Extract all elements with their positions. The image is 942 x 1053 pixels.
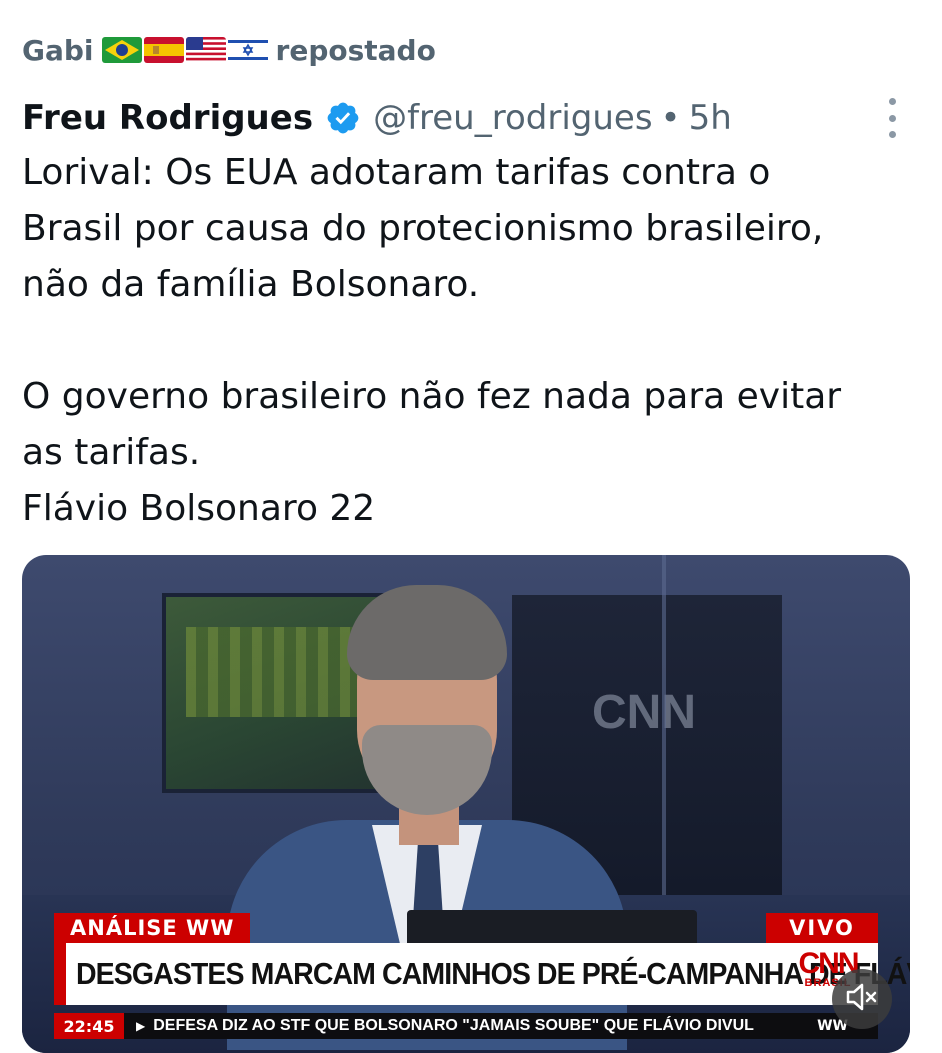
video-player[interactable]: CNN ANÁLISE WW VIVO DESGASTES MARCAM CAM… — [22, 555, 910, 1053]
tweet-timestamp[interactable]: 5h — [689, 98, 732, 138]
headline-text: DESGASTES MARCAM CAMINHOS DE PRÉ-CAMPANH… — [76, 956, 910, 991]
author-handle[interactable]: @freu_rodrigues — [373, 98, 652, 138]
flag-emojis — [101, 37, 268, 63]
ticker-arrow-icon: ▶ — [136, 1019, 146, 1033]
tweet-line: as tarifas. — [22, 432, 201, 473]
ticker-clock: 22:45 — [54, 1013, 124, 1039]
tweet-body: Lorival: Os EUA adotaram tarifas contra … — [22, 145, 902, 537]
spain-flag-icon — [143, 37, 184, 63]
repost-label: repostado — [275, 33, 436, 67]
israel-flag-icon — [227, 37, 268, 63]
tweet-screen: Gabi repostado Freu Rodrigues @freu_rodr… — [0, 0, 942, 1053]
muted-speaker-icon — [845, 982, 879, 1016]
more-options-icon[interactable] — [886, 98, 898, 138]
tweet-line: Lorival: Os EUA adotaram tarifas contra … — [22, 152, 771, 193]
verified-badge-icon[interactable] — [325, 100, 361, 136]
repost-indicator[interactable]: Gabi repostado — [22, 28, 436, 72]
mute-toggle-button[interactable] — [832, 969, 892, 1029]
ticker-text: DEFESA DIZ AO STF QUE BOLSONARO "JAMAIS … — [153, 1017, 754, 1034]
lower-third: DESGASTES MARCAM CAMINHOS DE PRÉ-CAMPANH… — [54, 943, 910, 1005]
author-name[interactable]: Freu Rodrigues — [22, 98, 313, 138]
program-tag: ANÁLISE WW — [54, 913, 251, 943]
tweet-line: Flávio Bolsonaro 22 — [22, 488, 376, 529]
usa-flag-icon — [185, 37, 226, 63]
tweet-header: Freu Rodrigues @freu_rodrigues • 5h — [22, 94, 942, 142]
reposter-name[interactable]: Gabi — [22, 34, 94, 67]
tweet-line: O governo brasileiro não fez nada para e… — [22, 376, 842, 417]
brazil-flag-icon — [101, 37, 142, 63]
live-tag: VIVO — [766, 913, 878, 943]
tweet-line: Brasil por causa do protecionismo brasil… — [22, 208, 824, 249]
separator-dot: • — [660, 98, 681, 138]
tweet-line: não da família Bolsonaro. — [22, 264, 480, 305]
news-ticker: 22:45 ▶ DEFESA DIZ AO STF QUE BOLSONARO … — [54, 1013, 878, 1039]
